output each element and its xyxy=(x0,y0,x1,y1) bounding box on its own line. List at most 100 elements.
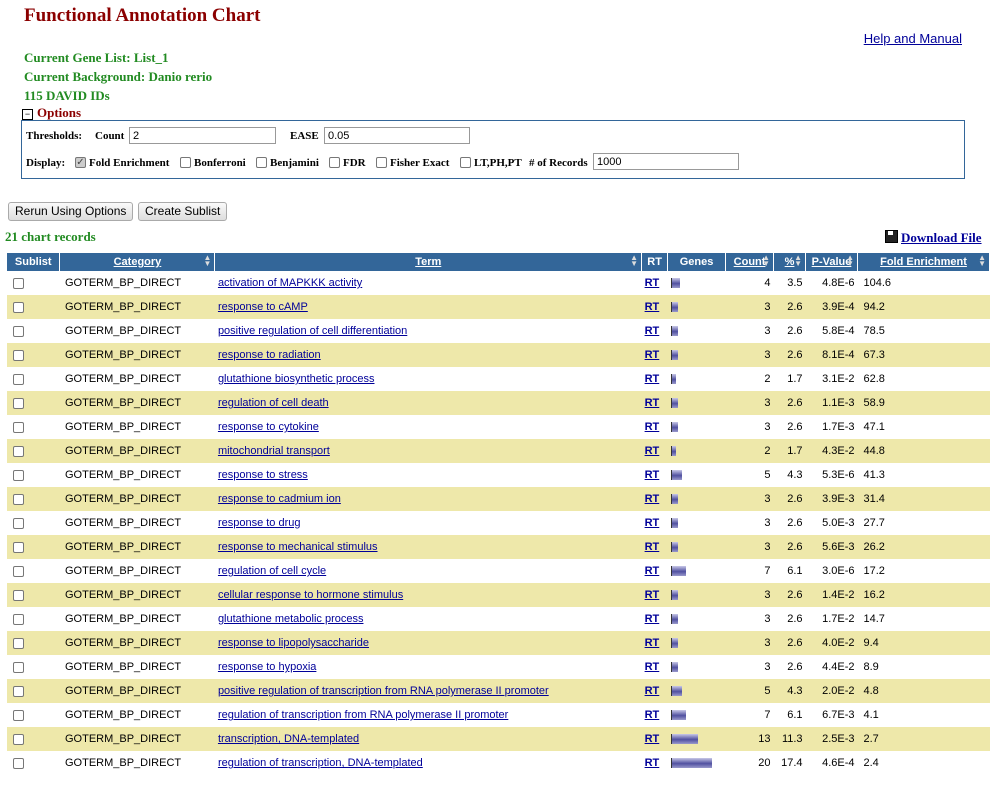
genes-bar[interactable] xyxy=(670,614,678,624)
sublist-checkbox[interactable] xyxy=(13,517,24,529)
rt-link[interactable]: RT xyxy=(645,541,660,553)
sublist-checkbox[interactable] xyxy=(13,397,24,409)
term-link[interactable]: response to lipopolysaccharide xyxy=(218,637,369,649)
genes-bar[interactable] xyxy=(670,470,682,480)
sublist-checkbox[interactable] xyxy=(13,565,24,577)
genes-bar[interactable] xyxy=(670,758,712,768)
sublist-checkbox[interactable] xyxy=(13,301,24,313)
fisher-exact-checkbox[interactable] xyxy=(376,157,387,168)
rt-link[interactable]: RT xyxy=(645,757,660,769)
rt-link[interactable]: RT xyxy=(645,349,660,361)
genes-bar[interactable] xyxy=(670,662,678,672)
genes-bar[interactable] xyxy=(670,710,686,720)
genes-bar[interactable] xyxy=(670,278,680,288)
rt-link[interactable]: RT xyxy=(645,517,660,529)
fold-enrichment-checkbox[interactable] xyxy=(75,157,86,168)
sublist-checkbox[interactable] xyxy=(13,493,24,505)
rt-link[interactable]: RT xyxy=(645,637,660,649)
genes-bar[interactable] xyxy=(670,638,678,648)
ease-threshold-input[interactable] xyxy=(324,127,470,144)
sublist-checkbox[interactable] xyxy=(13,733,24,745)
sublist-checkbox[interactable] xyxy=(13,541,24,553)
sublist-checkbox[interactable] xyxy=(13,685,24,697)
genes-bar[interactable] xyxy=(670,422,678,432)
term-link[interactable]: positive regulation of cell differentiat… xyxy=(218,325,407,337)
genes-bar[interactable] xyxy=(670,686,682,696)
genes-bar[interactable] xyxy=(670,350,678,360)
genes-bar[interactable] xyxy=(670,398,678,408)
term-link[interactable]: response to cAMP xyxy=(218,301,308,313)
term-link[interactable]: regulation of cell cycle xyxy=(218,565,326,577)
benjamini-checkbox[interactable] xyxy=(256,157,267,168)
sublist-checkbox[interactable] xyxy=(13,349,24,361)
term-link[interactable]: response to cadmium ion xyxy=(218,493,341,505)
rt-link[interactable]: RT xyxy=(645,709,660,721)
sublist-checkbox[interactable] xyxy=(13,445,24,457)
col-count[interactable]: Count ▲ ▼ xyxy=(725,253,775,271)
genes-bar[interactable] xyxy=(670,374,676,384)
count-threshold-input[interactable] xyxy=(129,127,276,144)
sublist-checkbox[interactable] xyxy=(13,661,24,673)
term-link[interactable]: glutathione biosynthetic process xyxy=(218,373,375,385)
sublist-checkbox[interactable] xyxy=(13,469,24,481)
genes-bar[interactable] xyxy=(670,518,678,528)
records-input[interactable] xyxy=(593,153,739,170)
sublist-checkbox[interactable] xyxy=(13,613,24,625)
genes-bar[interactable] xyxy=(670,446,676,456)
term-link[interactable]: glutathione metabolic process xyxy=(218,613,364,625)
rt-link[interactable]: RT xyxy=(645,397,660,409)
term-link[interactable]: response to mechanical stimulus xyxy=(218,541,378,553)
sublist-checkbox[interactable] xyxy=(13,637,24,649)
col-category[interactable]: Category ▲ ▼ xyxy=(59,253,216,271)
sublist-checkbox[interactable] xyxy=(13,277,24,289)
help-manual-link[interactable]: Help and Manual xyxy=(864,31,962,46)
term-link[interactable]: response to stress xyxy=(218,469,308,481)
term-link[interactable]: regulation of transcription from RNA pol… xyxy=(218,709,508,721)
create-sublist-button[interactable]: Create Sublist xyxy=(138,202,228,221)
rt-link[interactable]: RT xyxy=(645,445,660,457)
term-link[interactable]: activation of MAPKKK activity xyxy=(218,277,362,289)
fdr-checkbox[interactable] xyxy=(329,157,340,168)
term-link[interactable]: response to cytokine xyxy=(218,421,319,433)
rt-link[interactable]: RT xyxy=(645,469,660,481)
sublist-checkbox[interactable] xyxy=(13,589,24,601)
term-link[interactable]: mitochondrial transport xyxy=(218,445,330,457)
rt-link[interactable]: RT xyxy=(645,661,660,673)
term-link[interactable]: regulation of cell death xyxy=(218,397,329,409)
rt-link[interactable]: RT xyxy=(645,373,660,385)
rt-link[interactable]: RT xyxy=(645,589,660,601)
genes-bar[interactable] xyxy=(670,302,678,312)
rt-link[interactable]: RT xyxy=(645,613,660,625)
bonferroni-checkbox[interactable] xyxy=(180,157,191,168)
sublist-checkbox[interactable] xyxy=(13,373,24,385)
genes-bar[interactable] xyxy=(670,566,686,576)
rt-link[interactable]: RT xyxy=(645,301,660,313)
genes-bar[interactable] xyxy=(670,326,678,336)
sublist-checkbox[interactable] xyxy=(13,709,24,721)
sublist-checkbox[interactable] xyxy=(13,325,24,337)
term-link[interactable]: cellular response to hormone stimulus xyxy=(218,589,403,601)
rerun-button[interactable]: Rerun Using Options xyxy=(8,202,134,221)
rt-link[interactable]: RT xyxy=(645,493,660,505)
term-link[interactable]: response to drug xyxy=(218,517,301,529)
col-pvalue[interactable]: P-Value ▲ ▼ xyxy=(805,253,858,271)
term-link[interactable]: positive regulation of transcription fro… xyxy=(218,685,549,697)
sublist-checkbox[interactable] xyxy=(13,421,24,433)
rt-link[interactable]: RT xyxy=(645,325,660,337)
genes-bar[interactable] xyxy=(670,494,678,504)
lt-ph-pt-checkbox[interactable] xyxy=(460,157,471,168)
sublist-checkbox[interactable] xyxy=(13,757,24,769)
col-percent[interactable]: % ▲ ▼ xyxy=(773,253,807,271)
term-link[interactable]: response to radiation xyxy=(218,349,321,361)
term-link[interactable]: response to hypoxia xyxy=(218,661,316,673)
col-term[interactable]: Term ▲ ▼ xyxy=(214,253,643,271)
download-file-link[interactable]: Download File xyxy=(885,229,982,246)
rt-link[interactable]: RT xyxy=(645,421,660,433)
rt-link[interactable]: RT xyxy=(645,685,660,697)
col-fold-enrichment[interactable]: Fold Enrichment ▲ ▼ xyxy=(857,253,990,271)
genes-bar[interactable] xyxy=(670,590,678,600)
term-link[interactable]: transcription, DNA-templated xyxy=(218,733,359,745)
genes-bar[interactable] xyxy=(670,734,698,744)
genes-bar[interactable] xyxy=(670,542,678,552)
options-collapse-icon[interactable]: − xyxy=(22,109,33,120)
